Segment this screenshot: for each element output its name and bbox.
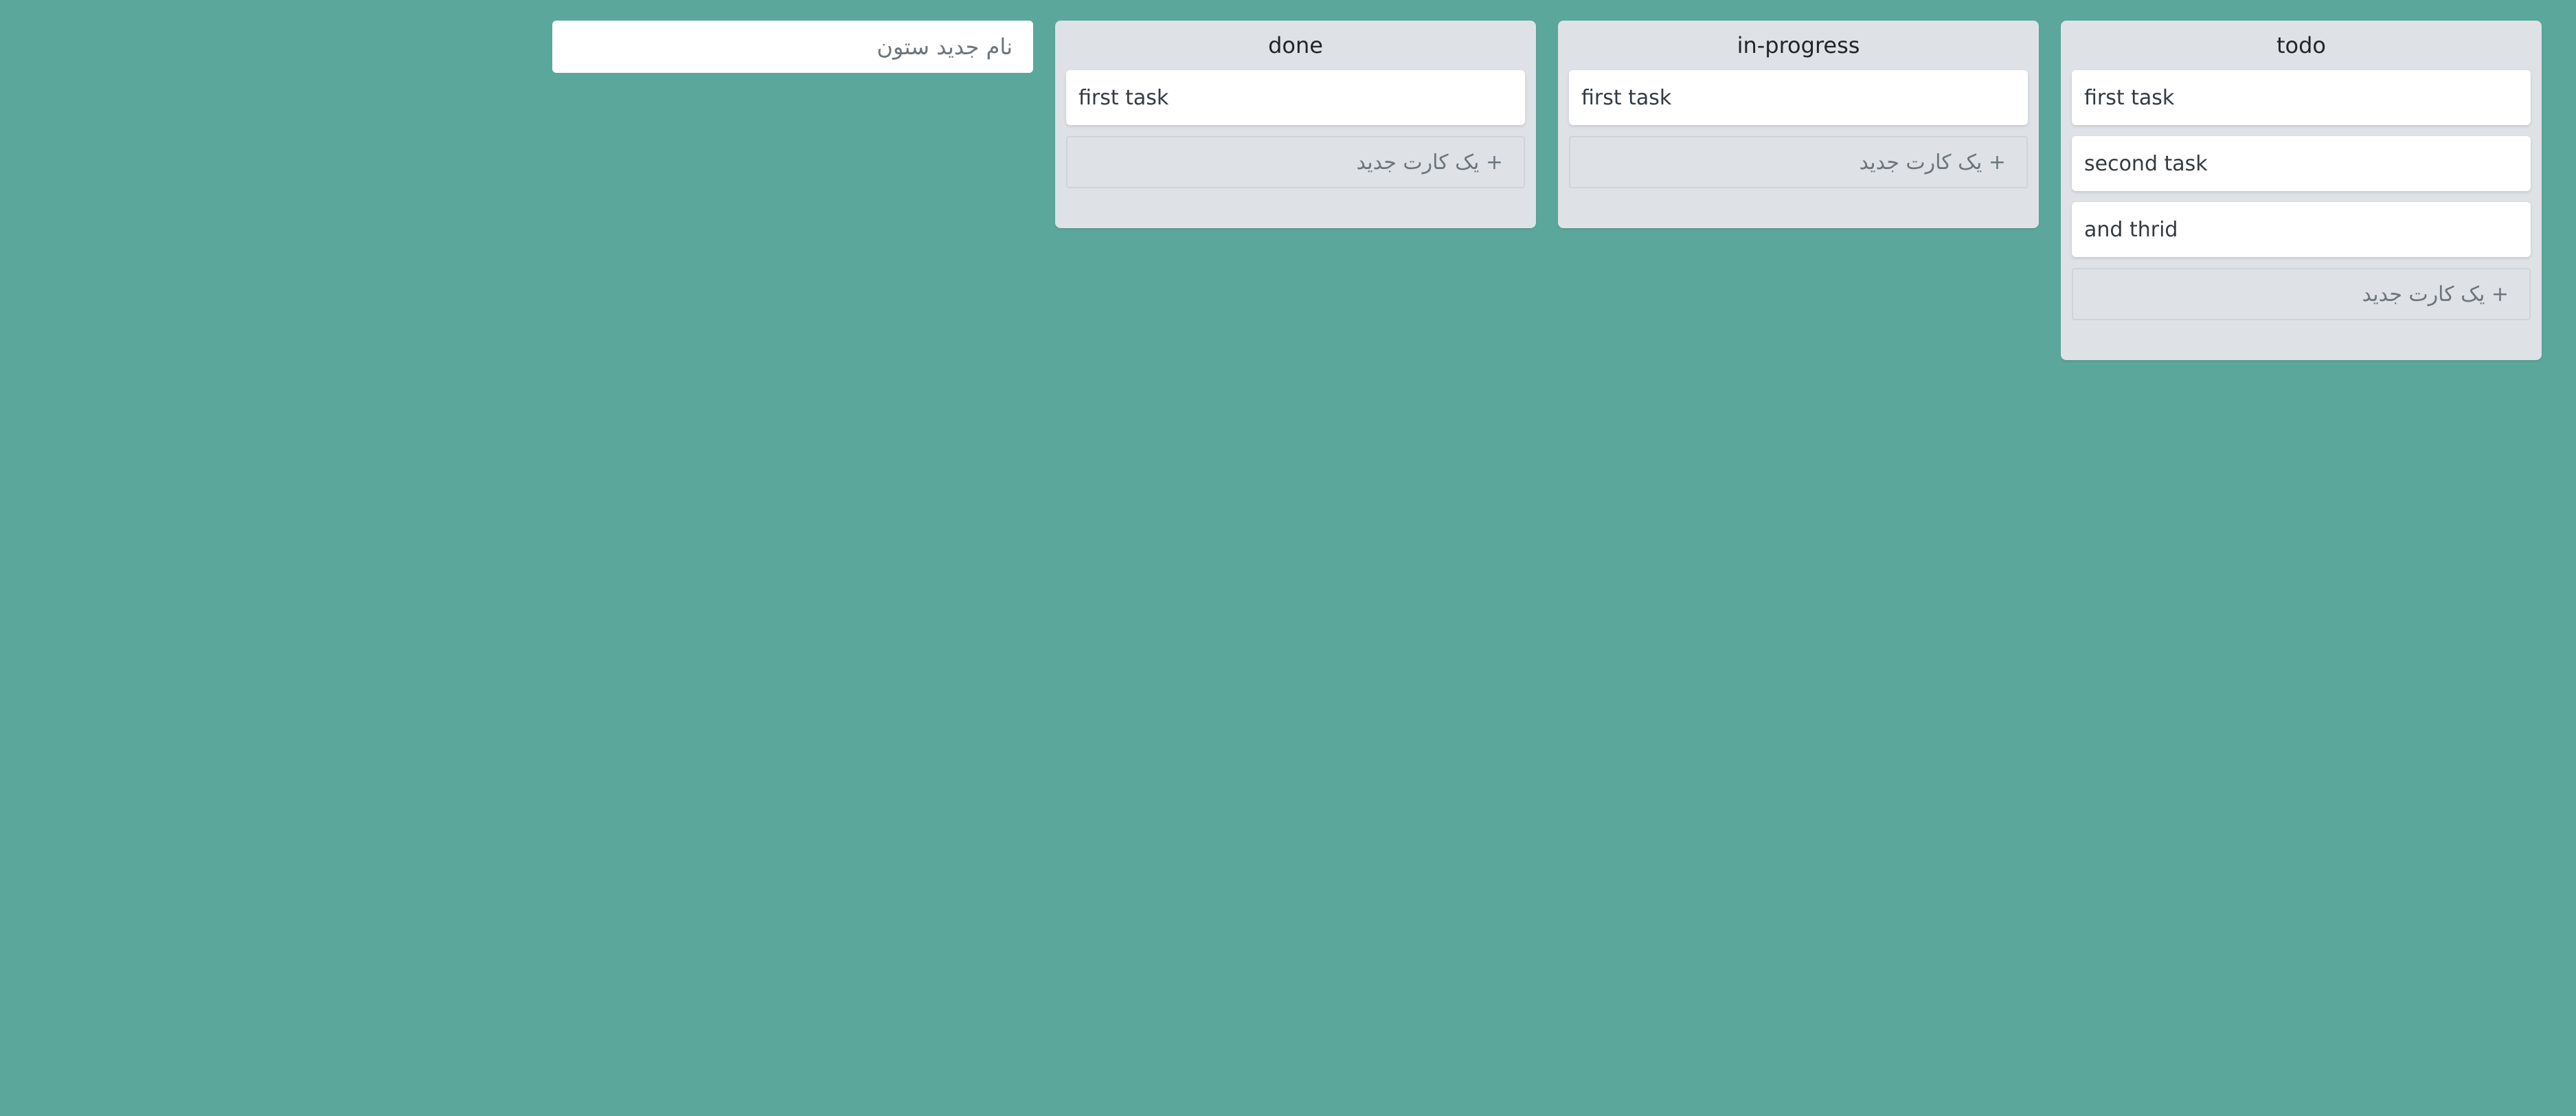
card[interactable]: first task — [1066, 70, 1525, 125]
column-title[interactable]: todo — [2072, 32, 2531, 59]
board: todo first task second task and thrid + … — [552, 21, 2542, 360]
column-done: done first task + یک کارت جدید — [1055, 21, 1536, 228]
add-card-button[interactable]: + یک کارت جدید — [2072, 268, 2531, 320]
add-card-button[interactable]: + یک کارت جدید — [1066, 136, 1525, 188]
new-column-input[interactable] — [552, 21, 1033, 73]
add-card-button[interactable]: + یک کارت جدید — [1569, 136, 2028, 188]
column-title[interactable]: done — [1066, 32, 1525, 59]
card[interactable]: first task — [2072, 70, 2531, 125]
column-in-progress: in-progress first task + یک کارت جدید — [1558, 21, 2039, 228]
card[interactable]: second task — [2072, 136, 2531, 191]
card[interactable]: and thrid — [2072, 202, 2531, 257]
column-todo: todo first task second task and thrid + … — [2061, 21, 2542, 360]
card[interactable]: first task — [1569, 70, 2028, 125]
column-title[interactable]: in-progress — [1569, 32, 2028, 59]
